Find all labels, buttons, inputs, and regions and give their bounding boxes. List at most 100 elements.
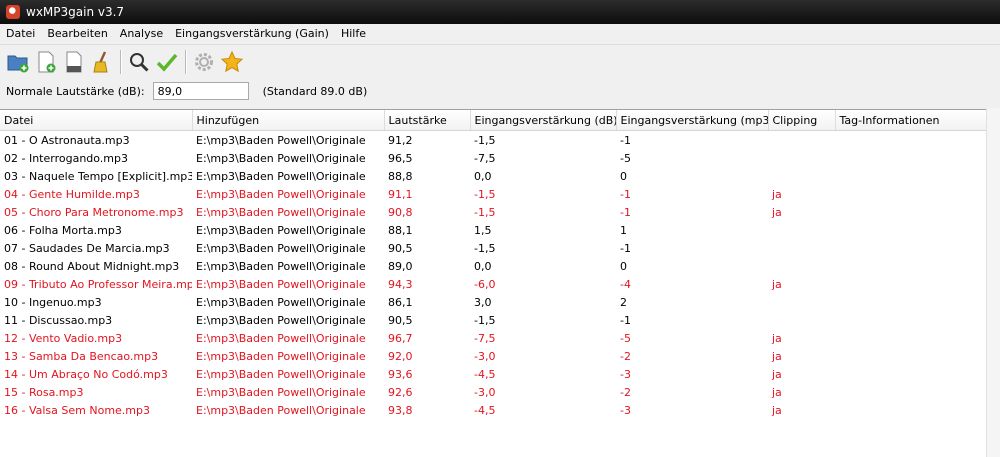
toolbar-separator: [120, 50, 121, 74]
cell-volume: 90,5: [388, 313, 413, 327]
cell-volume: 92,6: [388, 385, 413, 399]
table-row[interactable]: 15 - Rosa.mp3 E:\mp3\Baden Powell\Origina…: [0, 383, 986, 401]
cell-file: 01 - O Astronauta.mp3: [4, 133, 130, 147]
cell-path: E:\mp3\Baden Powell\Originale: [196, 331, 366, 345]
menu-bar: Datei Bearbeiten Analyse Eingangsverstär…: [0, 24, 1000, 45]
table-row[interactable]: 10 - Ingenuo.mp3 E:\mp3\Baden Powell\Orig…: [0, 293, 986, 311]
cell-gain-mp3: -2: [620, 349, 631, 363]
cell-gain-mp3: -1: [620, 133, 631, 147]
table-row[interactable]: 16 - Valsa Sem Nome.mp3 E:\mp3\Baden Powe…: [0, 401, 986, 419]
column-header-path[interactable]: Hinzufügen: [192, 110, 385, 131]
cell-tag: [835, 347, 986, 365]
cell-tag: [835, 221, 986, 239]
table-row[interactable]: 14 - Um Abraço No Codó.mp3 E:\mp3\Baden P…: [0, 365, 986, 383]
cell-volume: 88,8: [388, 169, 413, 183]
cell-file: 09 - Tributo Ao Professor Meira.mp3: [4, 277, 192, 291]
toolbar-separator: [185, 50, 186, 74]
column-header-tag[interactable]: Tag-Informationen: [835, 110, 987, 131]
table-row[interactable]: 05 - Choro Para Metronome.mp3 E:\mp3\Bade…: [0, 203, 986, 221]
cell-volume: 91,1: [388, 187, 413, 201]
cell-gain-db: -4,5: [474, 367, 496, 381]
cell-tag: [835, 365, 986, 383]
cell-file: 04 - Gente Humilde.mp3: [4, 187, 140, 201]
remove-file-icon[interactable]: [62, 50, 86, 74]
cell-path: E:\mp3\Baden Powell\Originale: [196, 151, 366, 165]
clear-list-icon[interactable]: [90, 50, 114, 74]
menu-bearbeiten[interactable]: Bearbeiten: [41, 24, 113, 44]
cell-volume: 88,1: [388, 223, 413, 237]
cell-file: 15 - Rosa.mp3: [4, 385, 84, 399]
table-row[interactable]: 07 - Saudades De Marcia.mp3 E:\mp3\Baden …: [0, 239, 986, 257]
cell-tag: [835, 203, 986, 221]
title-bar: wxMP3gain v3.7: [0, 0, 1000, 24]
cell-volume: 91,2: [388, 133, 413, 147]
cell-clipping: [768, 239, 835, 257]
table-row[interactable]: 02 - Interrogando.mp3 E:\mp3\Baden Powell…: [0, 149, 986, 167]
analyze-icon[interactable]: [127, 50, 151, 74]
cell-file: 03 - Naquele Tempo [Explicit].mp3: [4, 169, 192, 183]
menu-hilfe[interactable]: Hilfe: [335, 24, 372, 44]
cell-gain-mp3: -3: [620, 367, 631, 381]
menu-analyse[interactable]: Analyse: [114, 24, 169, 44]
cell-file: 16 - Valsa Sem Nome.mp3: [4, 403, 150, 417]
cell-clipping: ja: [772, 205, 782, 219]
cell-path: E:\mp3\Baden Powell\Originale: [196, 403, 366, 417]
apply-gain-icon[interactable]: [155, 50, 179, 74]
cell-gain-mp3: -5: [620, 331, 631, 345]
column-header-gain-db[interactable]: Eingangsverstärkung (dB): [470, 110, 617, 131]
table-row[interactable]: 01 - O Astronauta.mp3 E:\mp3\Baden Powell…: [0, 131, 986, 150]
cell-path: E:\mp3\Baden Powell\Originale: [196, 313, 366, 327]
cell-gain-db: -3,0: [474, 349, 496, 363]
cell-gain-mp3: -1: [620, 241, 631, 255]
add-folder-icon[interactable]: [6, 50, 30, 74]
cell-volume: 90,5: [388, 241, 413, 255]
menu-gain[interactable]: Eingangsverstärkung (Gain): [169, 24, 335, 44]
column-header-clipping[interactable]: Clipping: [768, 110, 836, 131]
table-row[interactable]: 13 - Samba Da Bencao.mp3 E:\mp3\Baden Pow…: [0, 347, 986, 365]
cell-gain-db: -1,5: [474, 313, 496, 327]
column-header-volume[interactable]: Lautstärke: [384, 110, 471, 131]
table-row[interactable]: 04 - Gente Humilde.mp3 E:\mp3\Baden Powel…: [0, 185, 986, 203]
favorite-icon[interactable]: [220, 50, 244, 74]
cell-gain-db: -1,5: [474, 187, 496, 201]
cell-gain-db: -7,5: [474, 331, 496, 345]
target-volume-input[interactable]: [152, 82, 249, 100]
table-row[interactable]: 03 - Naquele Tempo [Explicit].mp3 E:\mp3\…: [0, 167, 986, 185]
vertical-scrollbar[interactable]: [986, 108, 1000, 457]
cell-tag: [835, 311, 986, 329]
cell-clipping: [768, 293, 835, 311]
toolbar: [0, 45, 1000, 79]
column-header-gain-mp3[interactable]: Eingangsverstärkung (mp3): [616, 110, 769, 131]
table-row[interactable]: 11 - Discussao.mp3 E:\mp3\Baden Powell\Or…: [0, 311, 986, 329]
cell-tag: [835, 401, 986, 419]
cell-tag: [835, 257, 986, 275]
table-row[interactable]: 09 - Tributo Ao Professor Meira.mp3 E:\mp…: [0, 275, 986, 293]
cell-file: 06 - Folha Morta.mp3: [4, 223, 122, 237]
cell-clipping: ja: [772, 385, 782, 399]
cell-path: E:\mp3\Baden Powell\Originale: [196, 205, 366, 219]
cell-gain-db: 3,0: [474, 295, 492, 309]
table-row[interactable]: 06 - Folha Morta.mp3 E:\mp3\Baden Powell\…: [0, 221, 986, 239]
table-row[interactable]: 08 - Round About Midnight.mp3 E:\mp3\Bade…: [0, 257, 986, 275]
menu-datei[interactable]: Datei: [0, 24, 41, 44]
cell-clipping: [768, 131, 835, 150]
standard-volume-note: (Standard 89.0 dB): [262, 84, 368, 98]
cell-volume: 90,8: [388, 205, 413, 219]
cell-path: E:\mp3\Baden Powell\Originale: [196, 169, 366, 183]
cell-clipping: [768, 221, 835, 239]
cell-gain-db: -1,5: [474, 241, 496, 255]
cell-clipping: [768, 149, 835, 167]
cell-gain-mp3: 0: [620, 169, 627, 183]
cell-volume: 86,1: [388, 295, 413, 309]
settings-icon[interactable]: [192, 50, 216, 74]
column-header-file[interactable]: Datei: [0, 110, 193, 131]
cell-gain-mp3: -1: [620, 313, 631, 327]
cell-clipping: [768, 311, 835, 329]
target-volume-label: Normale Lautstärke (dB):: [6, 84, 145, 98]
table-row[interactable]: 12 - Vento Vadio.mp3 E:\mp3\Baden Powell\…: [0, 329, 986, 347]
cell-tag: [835, 383, 986, 401]
add-file-icon[interactable]: [34, 50, 58, 74]
cell-clipping: ja: [772, 403, 782, 417]
cell-path: E:\mp3\Baden Powell\Originale: [196, 133, 366, 147]
cell-gain-db: -3,0: [474, 385, 496, 399]
